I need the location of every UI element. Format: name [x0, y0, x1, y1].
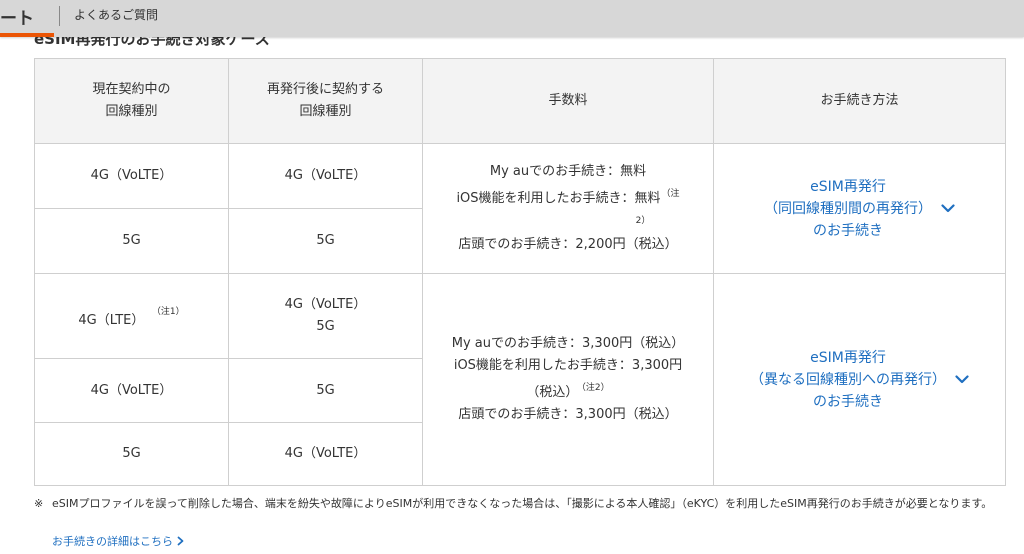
- fee-ios: iOS機能を利用したお手続き：無料: [456, 191, 661, 206]
- header-after-line: 再発行後に契約する 回線種別: [228, 58, 423, 144]
- cell-after-line: 4G（VoLTE）: [228, 143, 423, 209]
- cell-current-line: 4G（VoLTE）: [34, 358, 229, 423]
- table-row: 4G（LTE）（注1） 4G（VoLTE） 5G My auでのお手続き：3,3…: [34, 273, 1006, 486]
- note-ref-2: （注2）: [581, 383, 610, 393]
- cell-after-line: 4G（VoLTE） 5G: [228, 273, 423, 359]
- note-ref-2a: （注: [661, 189, 680, 199]
- header-current-line: 現在契約中の 回線種別: [34, 58, 229, 144]
- faq-link[interactable]: よくあるご質問: [74, 6, 158, 23]
- cell-fee-group1: My auでのお手続き：無料 iOS機能を利用したお手続き：無料（注 2） 店頭…: [422, 143, 714, 274]
- header-fee: 手数料: [422, 58, 714, 144]
- note-ref-1: （注1）: [156, 306, 185, 317]
- header-procedure: お手続き方法: [713, 58, 1006, 144]
- note-ref-2b: 2）: [635, 216, 651, 226]
- note-mark: ※: [34, 497, 44, 510]
- site-brand-fragment[interactable]: ート: [0, 4, 34, 29]
- nav-divider: [59, 6, 60, 26]
- cell-current-line: 5G: [34, 422, 229, 486]
- procedure-link-same-line[interactable]: eSIM再発行 （同回線種別間の再発行） のお手続き: [713, 143, 1006, 274]
- note-text: eSIMプロファイルを誤って削除した場合、端末を紛失や故障によりeSIMが利用で…: [52, 497, 993, 510]
- fee-store: 店頭でのお手続き：2,200円（税込）: [458, 237, 678, 252]
- fee-ios-tax: （税込）: [526, 385, 579, 400]
- procedure-details-link[interactable]: お手続きの詳細はこちら: [52, 533, 184, 549]
- fee-ios: iOS機能を利用したお手続き：3,300円: [453, 358, 683, 373]
- chevron-right-icon: [177, 536, 184, 546]
- cell-current-line: 4G（VoLTE）: [34, 143, 229, 209]
- cell-after-line: 5G: [228, 358, 423, 423]
- site-nav-bar: ート よくあるご質問: [0, 0, 1024, 37]
- chevron-down-icon: [941, 204, 955, 213]
- active-tab-indicator: [0, 33, 54, 37]
- cell-fee-group2: My auでのお手続き：3,300円（税込） iOS機能を利用したお手続き：3,…: [422, 273, 714, 486]
- table-header-row: 現在契約中の 回線種別 再発行後に契約する 回線種別 手数料 お手続き方法: [34, 58, 1006, 144]
- procedure-link-different-line[interactable]: eSIM再発行 （異なる回線種別への再発行） のお手続き: [713, 273, 1006, 486]
- cell-current-line: 4G（LTE）（注1）: [34, 273, 229, 359]
- footnote: ※ eSIMプロファイルを誤って削除した場合、端末を紛失や故障によりeSIMが利…: [34, 495, 1009, 512]
- cell-after-line: 4G（VoLTE）: [228, 422, 423, 486]
- table-row: 4G（VoLTE） 4G（VoLTE） My auでのお手続き：無料 iOS機能…: [34, 143, 1006, 274]
- esim-reissue-cases-table: 現在契約中の 回線種別 再発行後に契約する 回線種別 手数料 お手続き方法 4G…: [34, 58, 1006, 486]
- cell-after-line: 5G: [228, 208, 423, 274]
- fee-myau: My auでのお手続き：3,300円（税込）: [451, 336, 685, 351]
- chevron-down-icon: [955, 375, 969, 384]
- cell-current-line: 5G: [34, 208, 229, 274]
- fee-store: 店頭でのお手続き：3,300円（税込）: [458, 407, 678, 422]
- fee-myau: My auでのお手続き：無料: [489, 164, 647, 179]
